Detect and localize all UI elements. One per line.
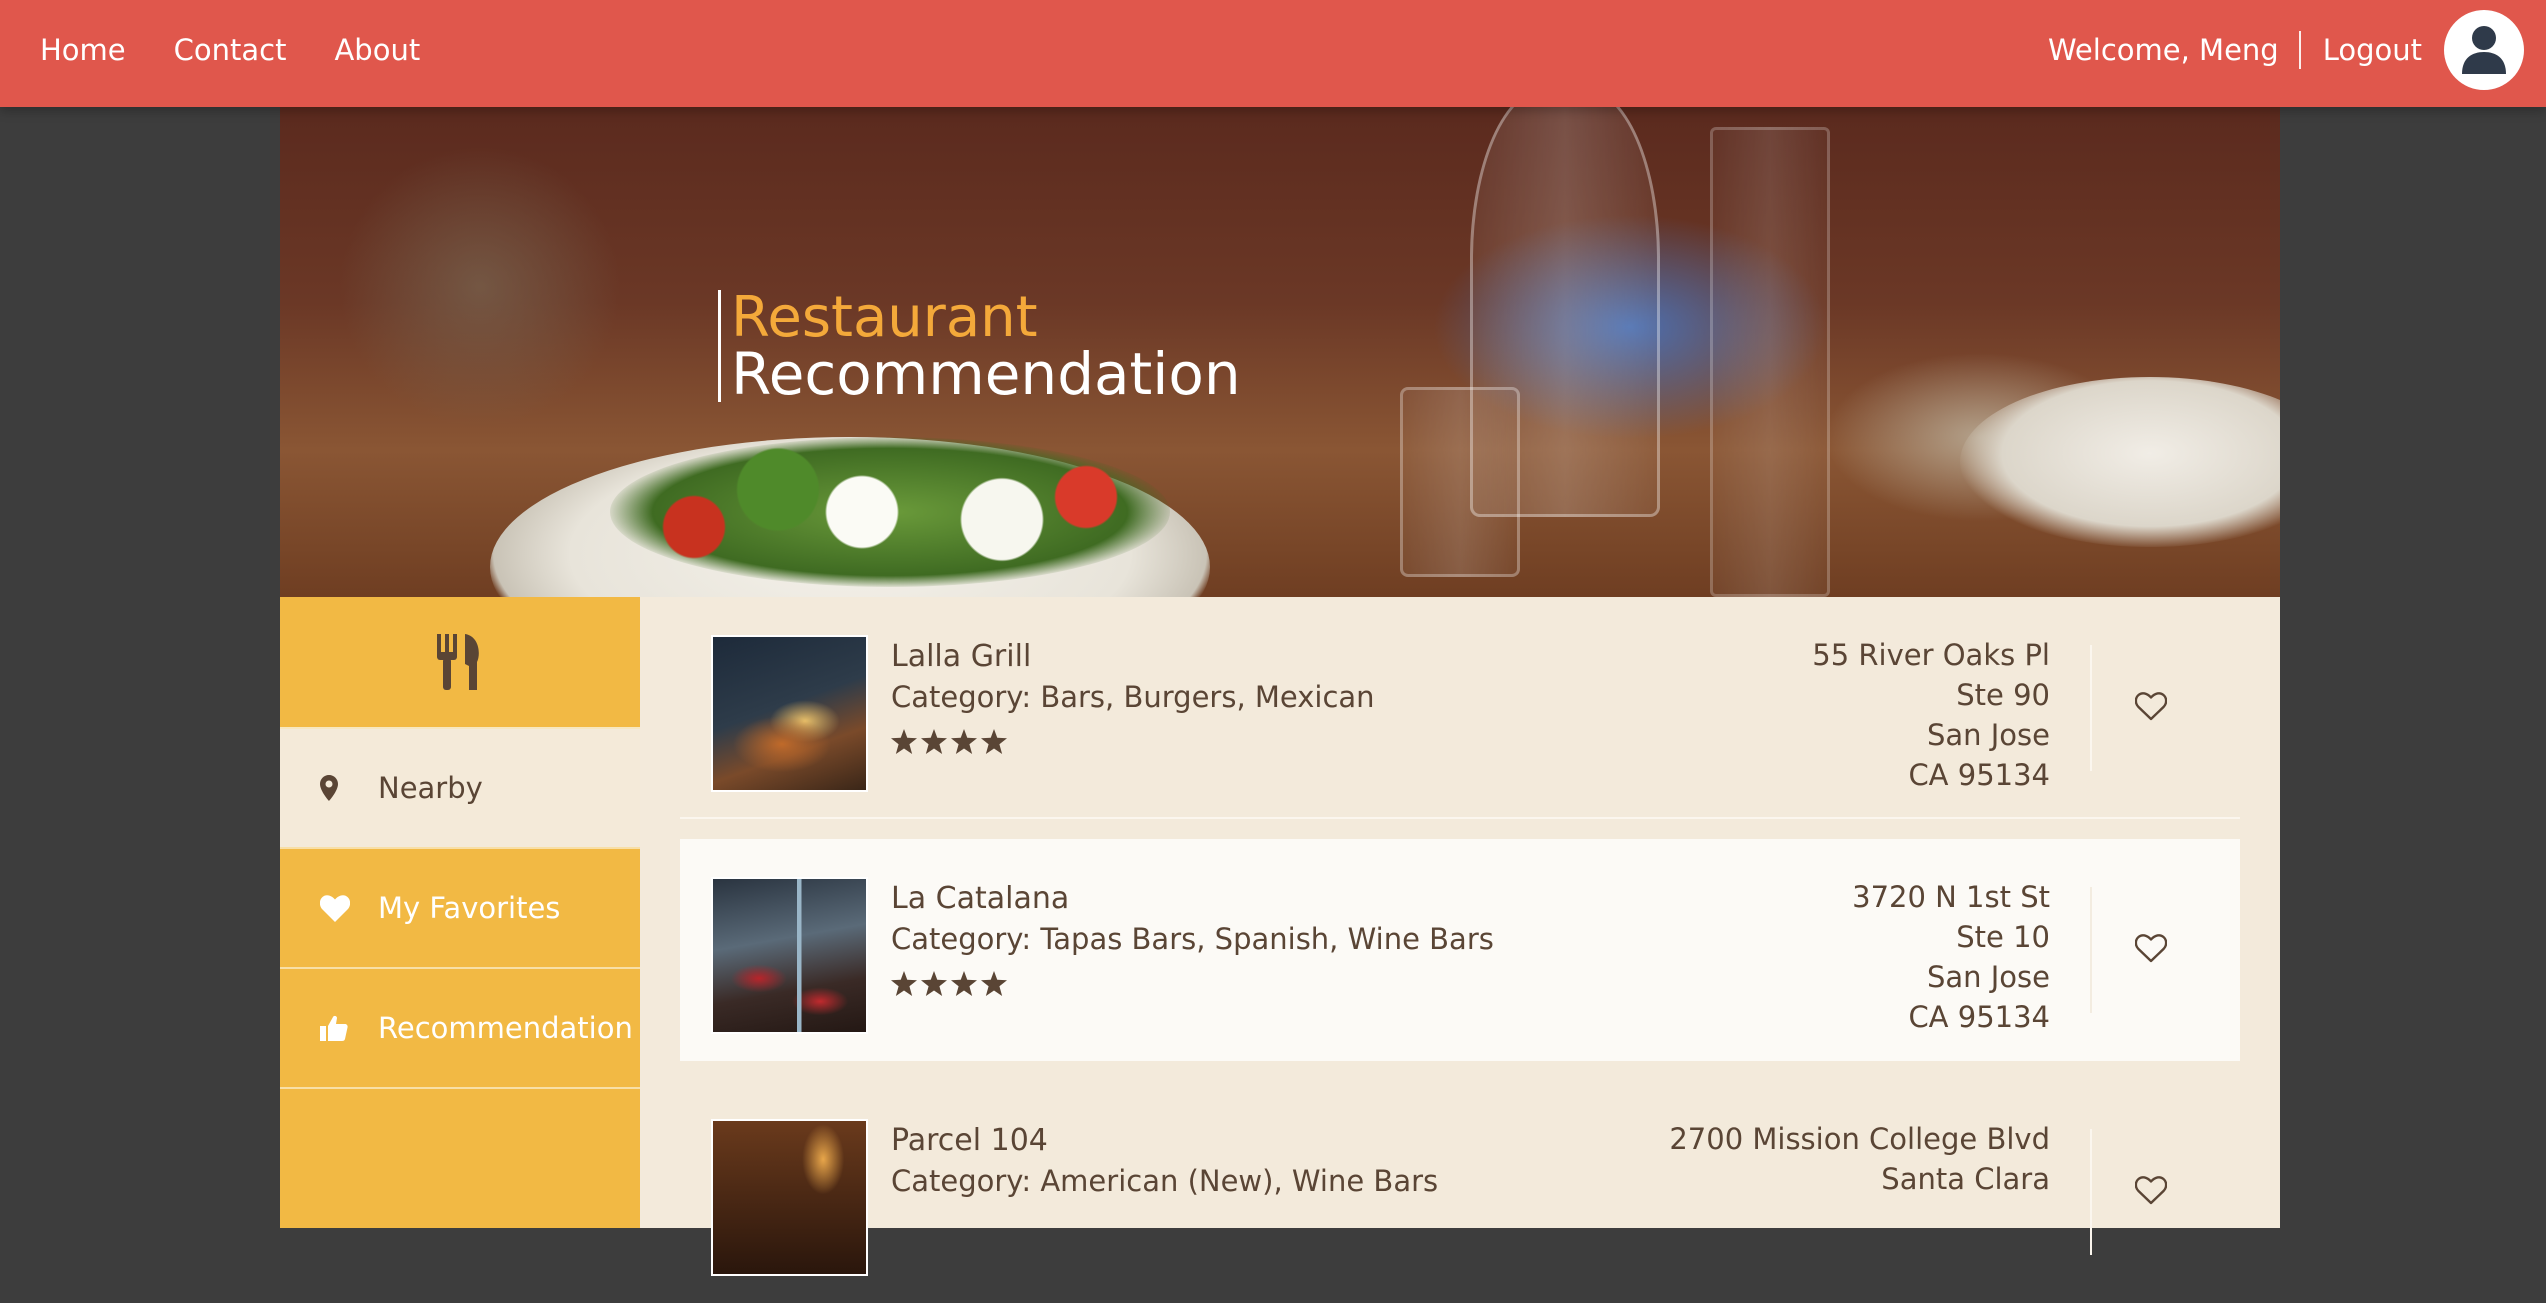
hero-title-line1: Restaurant: [731, 285, 1038, 350]
nav-home-link[interactable]: Home: [40, 33, 126, 67]
restaurant-thumbnail: [711, 877, 868, 1034]
rating-stars: [891, 971, 1494, 996]
restaurant-thumbnail: [711, 635, 868, 792]
sidebar: Nearby My Favorites Recommendation: [280, 597, 640, 1228]
restaurant-category: Category: Tapas Bars, Spanish, Wine Bars: [891, 922, 1494, 956]
hero-salad-image: [610, 437, 1170, 587]
restaurant-name[interactable]: Parcel 104: [891, 1121, 1438, 1161]
address-line: Santa Clara: [1881, 1162, 2050, 1196]
restaurant-list: Lalla Grill Category: Bars, Burgers, Mex…: [640, 597, 2280, 1276]
heart-outline-icon: [2134, 934, 2168, 963]
utensils-icon: [437, 634, 479, 690]
sidebar-item-label: My Favorites: [378, 891, 561, 925]
hero-banner: Restaurant Recommendation: [280, 107, 2280, 597]
nav-contact-link[interactable]: Contact: [174, 33, 287, 67]
favorite-button[interactable]: [2134, 1176, 2168, 1209]
address-line: CA 95134: [1908, 1000, 2050, 1034]
star-icon: [921, 971, 947, 996]
address-line: San Jose: [1926, 718, 2050, 752]
sidebar-item-label: Nearby: [378, 771, 483, 805]
address-line: Ste 90: [1956, 678, 2050, 712]
restaurant-address: 2700 Mission College Blvd Santa Clara: [1669, 1119, 2050, 1199]
restaurant-category: Category: American (New), Wine Bars: [891, 1164, 1439, 1198]
hero-plate-image-right: [1960, 377, 2280, 547]
star-icon: [891, 971, 917, 996]
restaurant-address: 55 River Oaks Pl Ste 90 San Jose CA 9513…: [1812, 635, 2050, 795]
star-icon: [951, 971, 977, 996]
thumbs-up-icon: [320, 1015, 356, 1041]
list-item[interactable]: Parcel 104 Category: American (New), Win…: [680, 1081, 2240, 1303]
welcome-text: Welcome, Meng: [2048, 31, 2301, 69]
logout-link[interactable]: Logout: [2301, 33, 2422, 67]
star-icon: [921, 729, 947, 754]
address-line: Ste 10: [1956, 920, 2050, 954]
user-icon: [2462, 26, 2506, 74]
favorite-button[interactable]: [2134, 934, 2168, 967]
main-container: Restaurant Recommendation Nearby My Favo…: [280, 107, 2280, 1276]
restaurant-category: Category: Bars, Burgers, Mexican: [891, 680, 1375, 714]
sidebar-logo: [280, 597, 640, 729]
list-item[interactable]: La Catalana Category: Tapas Bars, Spanis…: [680, 839, 2240, 1061]
favorite-button[interactable]: [2134, 692, 2168, 725]
restaurant-info: Parcel 104 Category: American (New), Win…: [891, 1121, 1438, 1201]
restaurant-name[interactable]: La Catalana: [891, 879, 1494, 919]
address-line: 2700 Mission College Blvd: [1669, 1122, 2050, 1156]
top-navbar: Home Contact About Welcome, Meng Logout: [0, 0, 2546, 107]
vertical-divider: [2090, 887, 2092, 1013]
sidebar-item-label: Recommendation: [378, 1011, 633, 1045]
hero-title-line2: Recommendation: [731, 340, 1241, 408]
nav-links: Home Contact About: [40, 0, 468, 100]
address-line: 3720 N 1st St: [1852, 880, 2050, 914]
map-marker-icon: [320, 775, 356, 801]
nav-about-link[interactable]: About: [334, 33, 420, 67]
star-icon: [951, 729, 977, 754]
restaurant-thumbnail: [711, 1119, 868, 1276]
hero-glass-image: [1710, 127, 1830, 597]
vertical-divider: [2090, 645, 2092, 771]
hero-title: Restaurant Recommendation: [718, 285, 1241, 408]
star-icon: [891, 729, 917, 754]
sidebar-item-nearby[interactable]: Nearby: [280, 729, 640, 849]
heart-outline-icon: [2134, 1176, 2168, 1205]
sidebar-item-my-favorites[interactable]: My Favorites: [280, 849, 640, 969]
star-icon: [981, 729, 1007, 754]
hero-tumbler-image: [1400, 387, 1520, 577]
user-area: Welcome, Meng Logout: [2048, 0, 2524, 100]
heart-icon: [320, 894, 356, 922]
restaurant-name[interactable]: Lalla Grill: [891, 637, 1375, 677]
restaurant-info: Lalla Grill Category: Bars, Burgers, Mex…: [891, 637, 1375, 754]
avatar[interactable]: [2444, 10, 2524, 90]
list-item[interactable]: Lalla Grill Category: Bars, Burgers, Mex…: [680, 597, 2240, 819]
restaurant-info: La Catalana Category: Tapas Bars, Spanis…: [891, 879, 1494, 996]
address-line: 55 River Oaks Pl: [1812, 638, 2050, 672]
restaurant-address: 3720 N 1st St Ste 10 San Jose CA 95134: [1852, 877, 2050, 1037]
address-line: San Jose: [1926, 960, 2050, 994]
rating-stars: [891, 729, 1375, 754]
sidebar-item-recommendation[interactable]: Recommendation: [280, 969, 640, 1089]
heart-outline-icon: [2134, 692, 2168, 721]
star-icon: [981, 971, 1007, 996]
vertical-divider: [2090, 1129, 2092, 1255]
address-line: CA 95134: [1908, 758, 2050, 792]
